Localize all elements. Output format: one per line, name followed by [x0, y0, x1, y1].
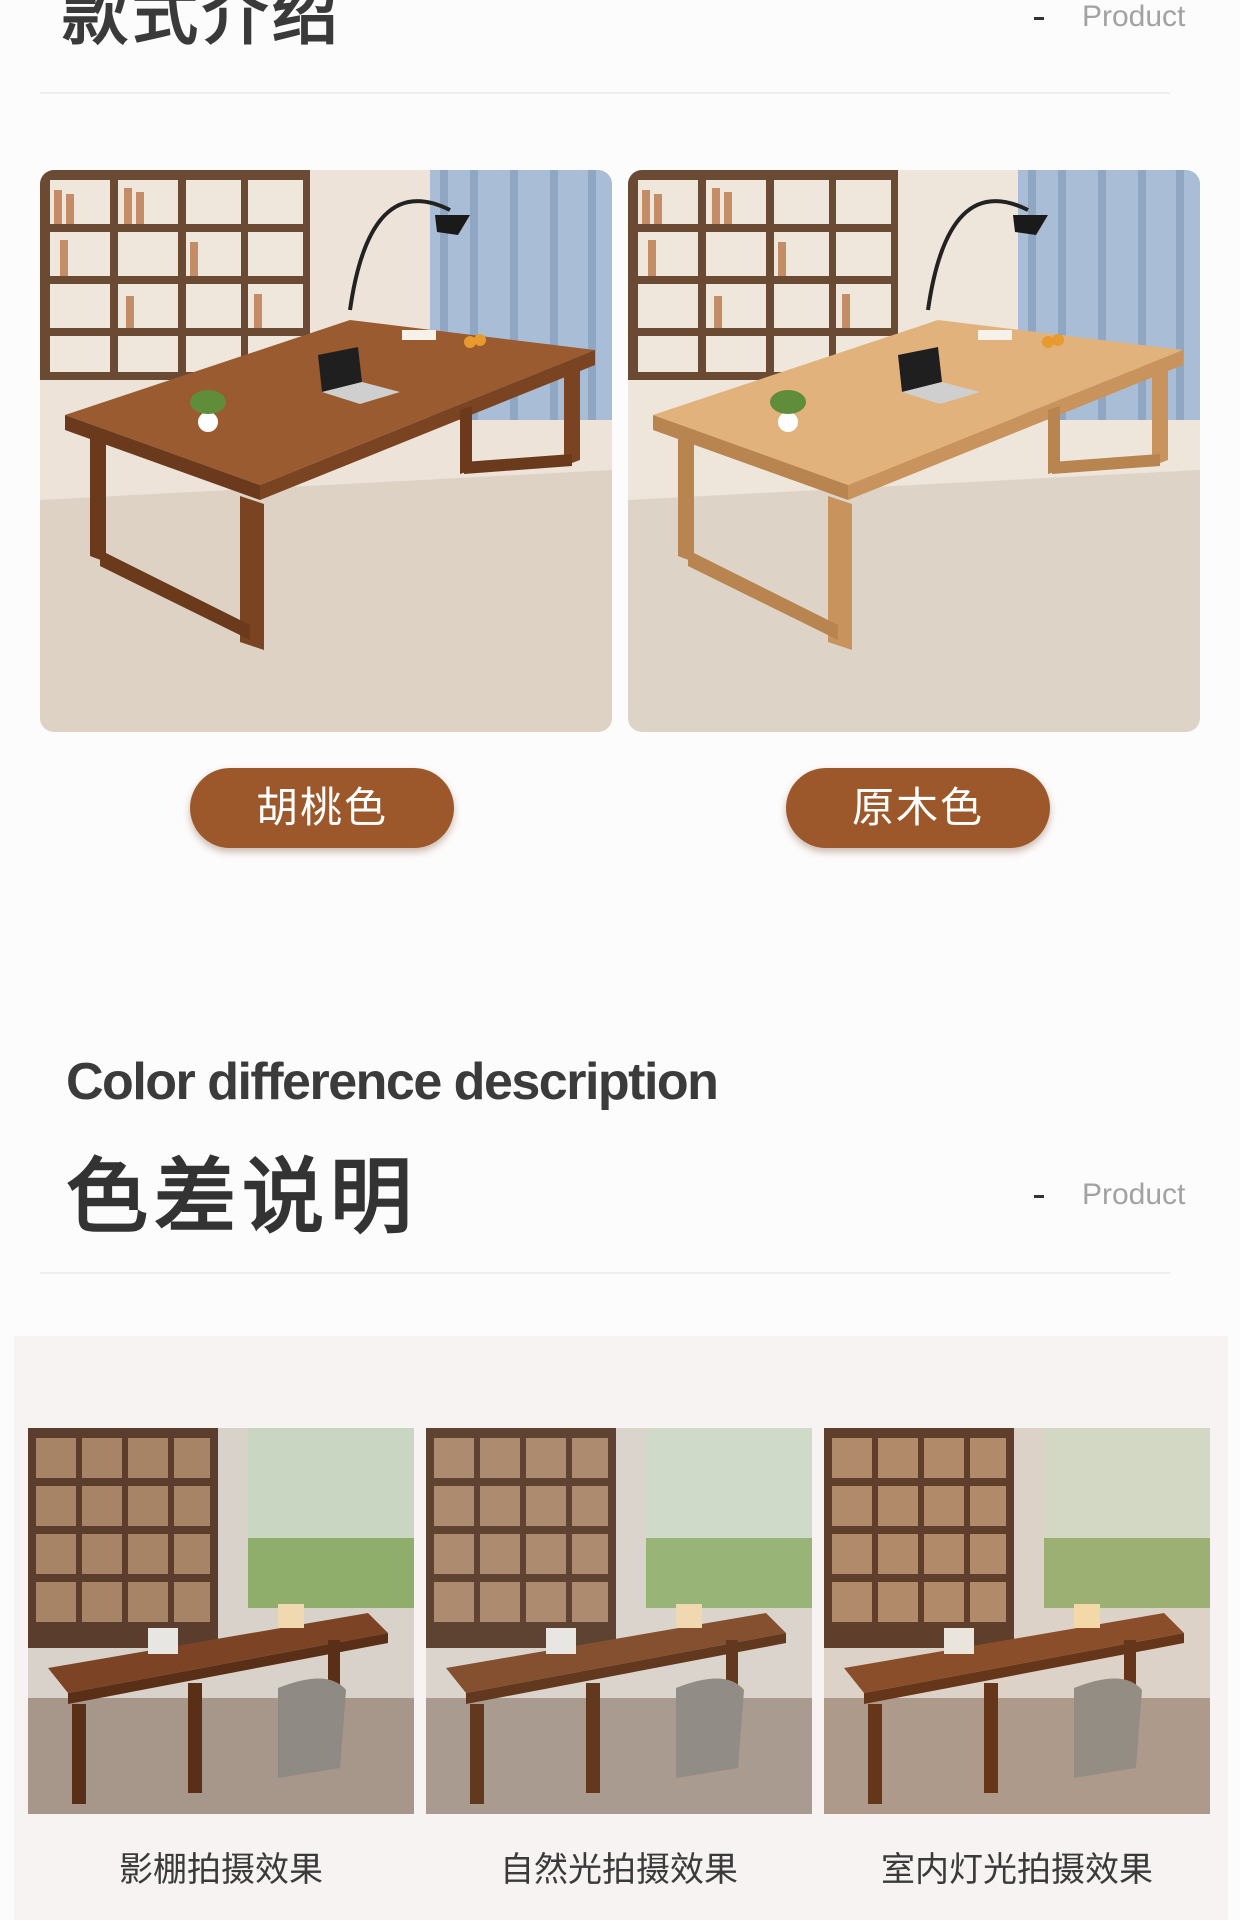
product-tag-label: Product [1082, 1178, 1186, 1211]
desk-photo-natural [628, 170, 1200, 732]
section-title-style: 款式介绍 [62, 0, 342, 54]
daylight-photo [426, 1428, 812, 1814]
divider [40, 92, 1170, 94]
section-title-en: Color difference description [66, 1053, 719, 1111]
caption-indoor: 室内灯光拍摄效果 [881, 1850, 1153, 1890]
shot-image-studio[interactable] [28, 1428, 414, 1814]
dash-icon [1034, 1194, 1044, 1198]
indoor-photo [824, 1428, 1210, 1814]
dash-icon [1034, 16, 1044, 20]
variant-label-natural[interactable]: 原木色 [786, 768, 1050, 848]
shot-image-indoor[interactable] [824, 1428, 1210, 1814]
product-image-natural[interactable] [628, 170, 1200, 732]
caption-studio: 影棚拍摄效果 [119, 1850, 323, 1890]
shot-image-daylight[interactable] [426, 1428, 812, 1814]
studio-photo [28, 1428, 414, 1814]
caption-daylight: 自然光拍摄效果 [500, 1850, 738, 1890]
product-tag-label: Product [1082, 0, 1186, 33]
divider [40, 1272, 1170, 1274]
variant-label-walnut[interactable]: 胡桃色 [190, 768, 454, 848]
product-tag-top: Product [1034, 0, 1185, 34]
product-tag-color: Product [1034, 1178, 1185, 1212]
section-title-cn: 色差说明 [66, 1150, 419, 1245]
product-image-walnut[interactable] [40, 170, 612, 732]
desk-photo-walnut [40, 170, 612, 732]
